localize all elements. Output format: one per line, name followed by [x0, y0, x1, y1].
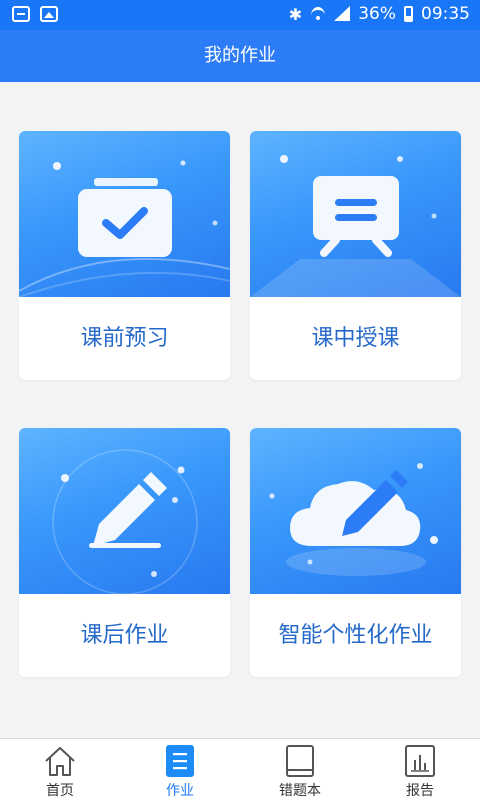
- signal-icon: [334, 6, 351, 22]
- battery-percent: 36%: [358, 4, 396, 24]
- easel-board-icon: [313, 176, 399, 257]
- page-title: 我的作业: [204, 45, 276, 66]
- status-bar: ✱ 36% 09:35: [0, 0, 480, 30]
- book-icon: [286, 745, 314, 777]
- card-in-class[interactable]: 课中授课: [250, 131, 461, 380]
- battery-icon: [404, 6, 413, 22]
- status-notifications: [12, 6, 58, 22]
- tab-home[interactable]: 首页: [0, 739, 120, 800]
- chart-icon: [405, 745, 435, 777]
- card-label: 课后作业: [80, 623, 169, 648]
- image-icon: [40, 6, 58, 22]
- home-icon: [45, 747, 75, 776]
- card-illustration: [19, 428, 230, 594]
- status-time: 09:35: [421, 4, 470, 24]
- card-smart-homework[interactable]: 智能个性化作业: [250, 428, 461, 677]
- app-bar: 我的作业: [0, 30, 480, 82]
- status-system: ✱ 36% 09:35: [289, 4, 470, 24]
- tab-label: 错题本: [279, 783, 321, 799]
- bluetooth-icon: ✱: [288, 4, 303, 24]
- card-illustration: [250, 428, 461, 594]
- bottom-tab-bar: 首页 作业 错题本 报告: [0, 738, 480, 800]
- card-illustration: [19, 131, 230, 297]
- tab-homework[interactable]: 作业: [120, 739, 240, 800]
- clipboard-check-icon: [78, 178, 172, 257]
- list-icon: [166, 745, 194, 777]
- card-illustration: [250, 131, 461, 297]
- wifi-icon: [310, 6, 326, 22]
- message-icon: [12, 6, 30, 22]
- tab-label: 作业: [166, 783, 194, 799]
- card-label: 智能个性化作业: [278, 623, 433, 648]
- card-homework[interactable]: 课后作业: [19, 428, 230, 677]
- cloud-pencil-icon: [290, 470, 421, 546]
- card-label: 课前预习: [80, 326, 169, 351]
- tab-report[interactable]: 报告: [360, 739, 480, 800]
- pencil-icon: [89, 472, 167, 548]
- card-preview[interactable]: 课前预习: [19, 131, 230, 380]
- tab-label: 首页: [46, 783, 74, 799]
- card-label: 课中授课: [311, 326, 400, 351]
- tab-mistake-book[interactable]: 错题本: [240, 739, 360, 800]
- tab-label: 报告: [406, 783, 434, 799]
